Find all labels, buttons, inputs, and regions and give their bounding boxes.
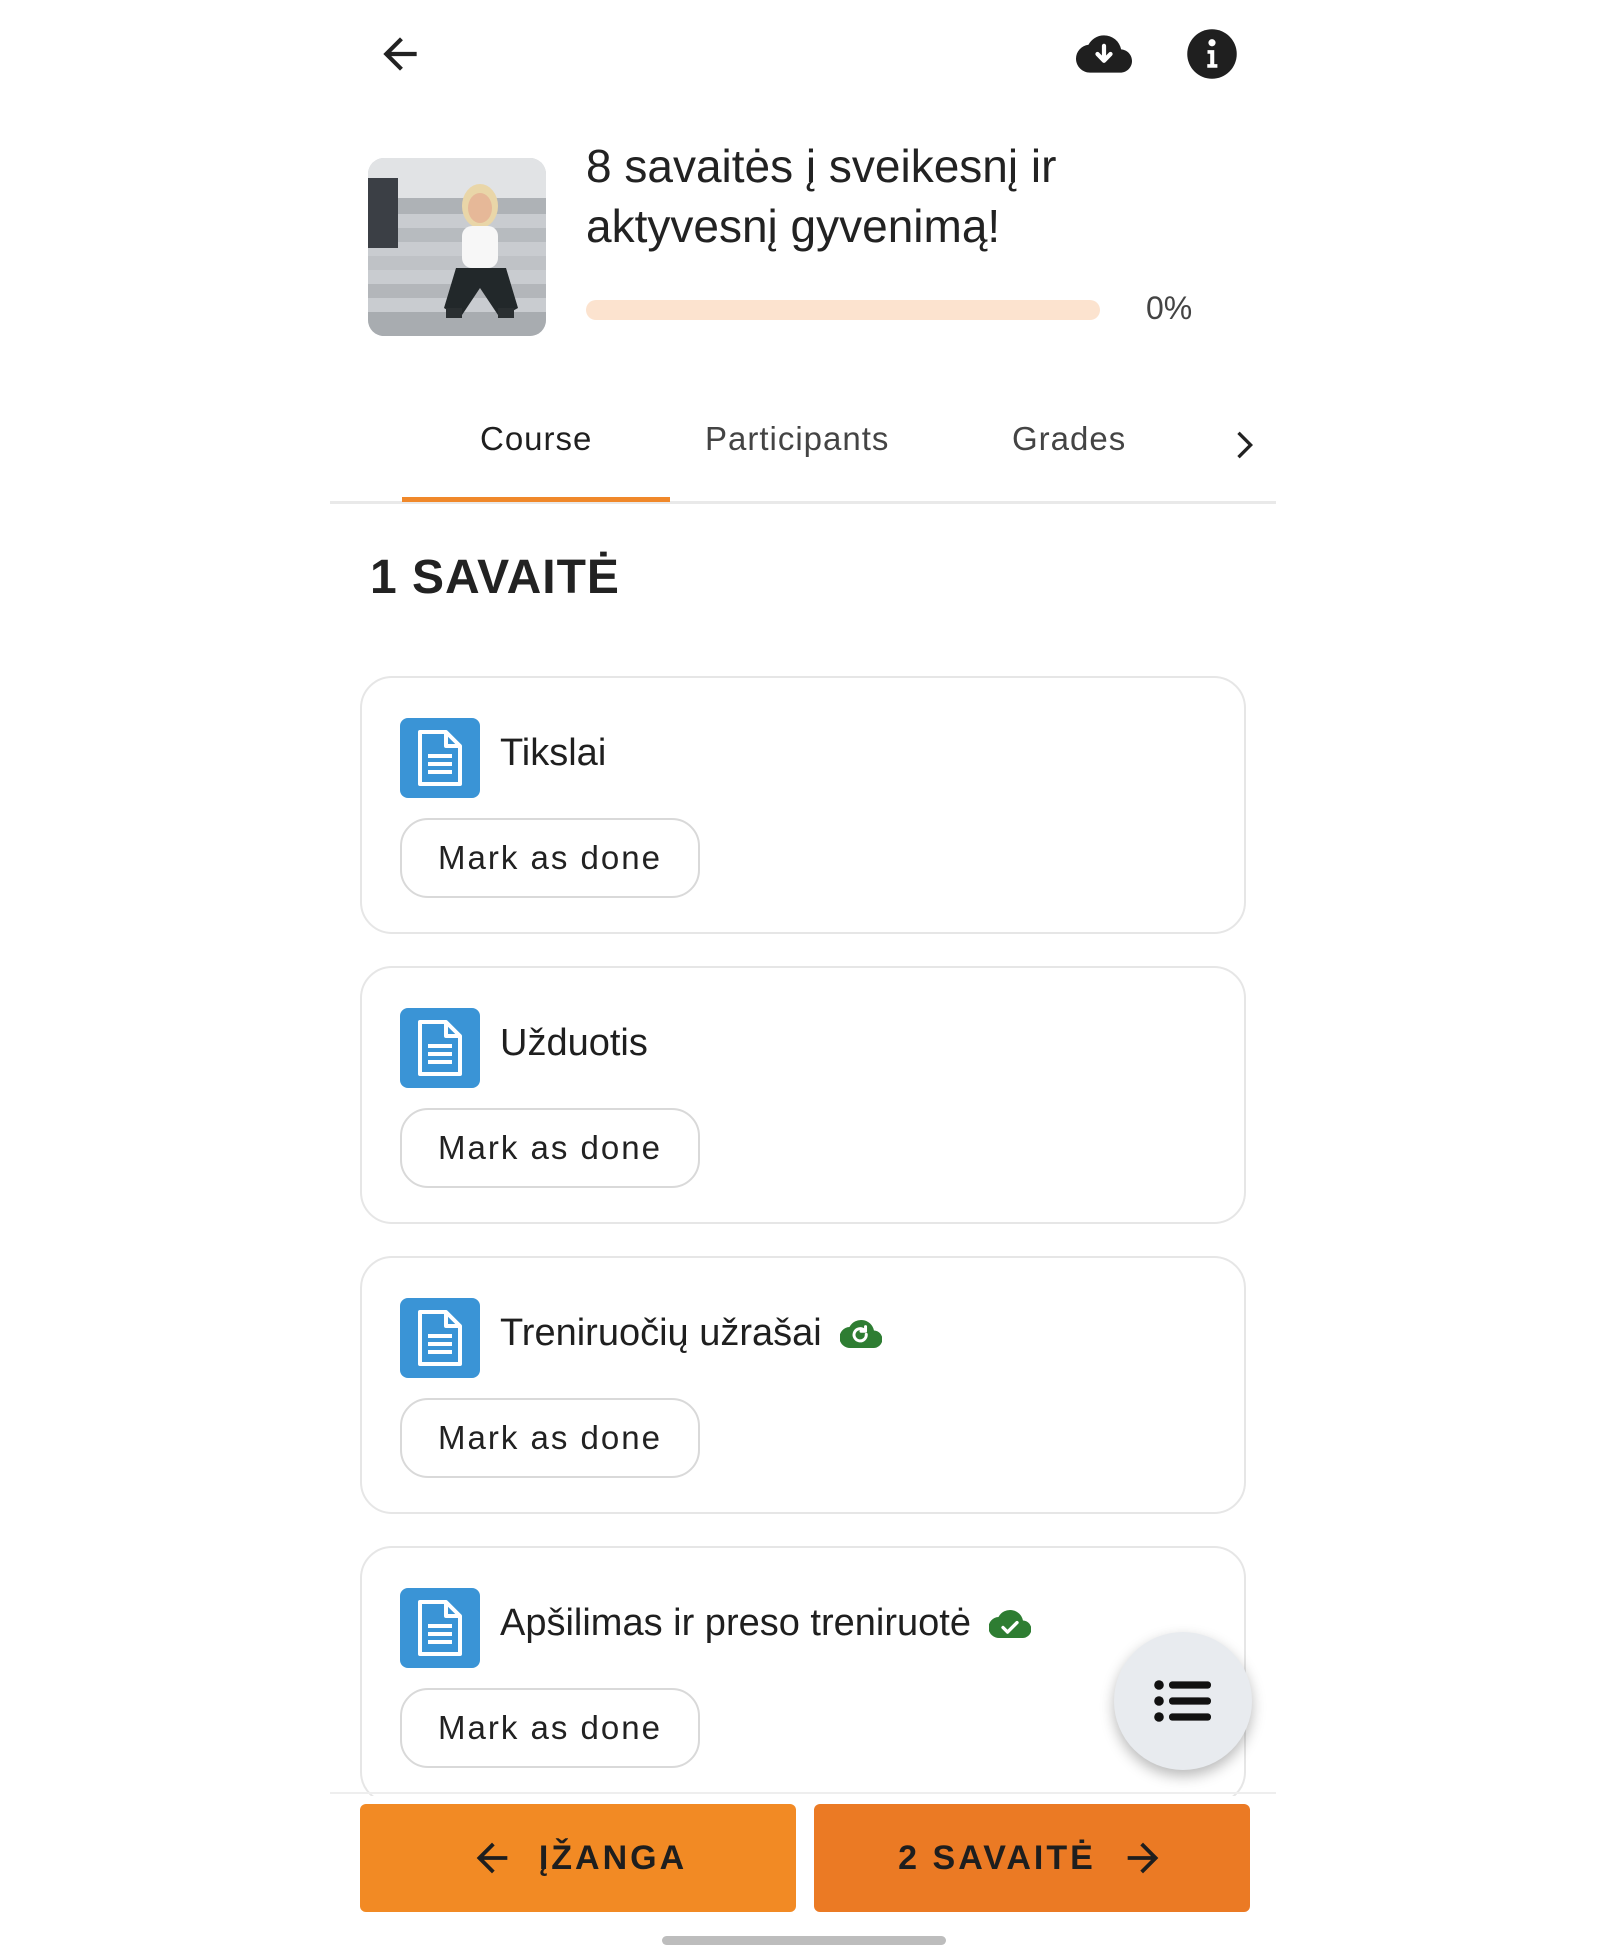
chevron-right-icon [1237,431,1253,459]
activity-title-text: Užduotis [500,1022,648,1064]
page-icon [400,718,480,798]
previous-section-button[interactable]: ĮŽANGA [360,1804,796,1912]
arrow-right-icon [1127,1842,1159,1874]
next-section-button[interactable]: 2 SAVAITĖ [814,1804,1250,1912]
activity-title-text: Apšilimas ir preso treniruotė [500,1602,971,1644]
activity-title[interactable]: Tikslai [500,732,606,775]
activity-title[interactable]: Treniruočių užrašai [500,1312,882,1355]
mark-as-done-button[interactable]: Mark as done [400,1398,700,1478]
course-index-button[interactable] [1114,1632,1252,1770]
page-icon [400,1008,480,1088]
course-tabs: Course Participants Grades [330,400,1276,504]
tab-participants[interactable]: Participants [705,420,889,458]
cloud-check-icon [988,1609,1031,1638]
arrow-left-icon [476,1842,508,1874]
section-heading: 1 SAVAITĖ [370,551,620,604]
previous-section-label: ĮŽANGA [538,1838,688,1877]
tabs-scroll-right-button[interactable] [1208,410,1278,480]
activity-title[interactable]: Apšilimas ir preso treniruotė [500,1602,1031,1645]
activity-title[interactable]: Užduotis [500,1022,648,1065]
bottom-divider [330,1792,1276,1794]
back-button[interactable] [360,18,440,90]
info-icon [1187,29,1237,79]
activity-card[interactable]: Užduotis Mark as done [360,966,1246,1224]
arrow-left-icon [383,37,417,71]
course-info-button[interactable] [1172,18,1252,90]
tab-grades[interactable]: Grades [1012,420,1126,458]
activity-title-text: Tikslai [500,732,607,774]
cloud-download-icon [1076,35,1132,73]
course-progress-bar [586,300,1100,320]
bottom-bar [0,1796,1600,1956]
tab-course[interactable]: Course [480,420,592,458]
activity-card[interactable]: Apšilimas ir preso treniruotė Mark as do… [360,1546,1246,1804]
home-indicator [662,1936,946,1945]
next-section-label: 2 SAVAITĖ [898,1838,1096,1877]
page-icon [400,1588,480,1668]
activity-card[interactable]: Treniruočių užrašai Mark as done [360,1256,1246,1514]
page-icon [400,1298,480,1378]
mark-as-done-button[interactable]: Mark as done [400,1688,700,1768]
course-title: 8 savaitės į sveikesnį ir aktyvesnį gyve… [586,140,1057,252]
cloud-sync-icon [839,1319,882,1348]
mark-as-done-button[interactable]: Mark as done [400,1108,700,1188]
active-tab-indicator [402,497,670,502]
list-icon [1154,1680,1211,1722]
course-progress-percent: 0% [1146,290,1193,326]
download-course-button[interactable] [1064,18,1144,90]
course-image [368,158,546,336]
mark-as-done-button[interactable]: Mark as done [400,818,700,898]
activity-card[interactable]: Tikslai Mark as done [360,676,1246,934]
activity-title-text: Treniruočių užrašai [500,1312,822,1354]
